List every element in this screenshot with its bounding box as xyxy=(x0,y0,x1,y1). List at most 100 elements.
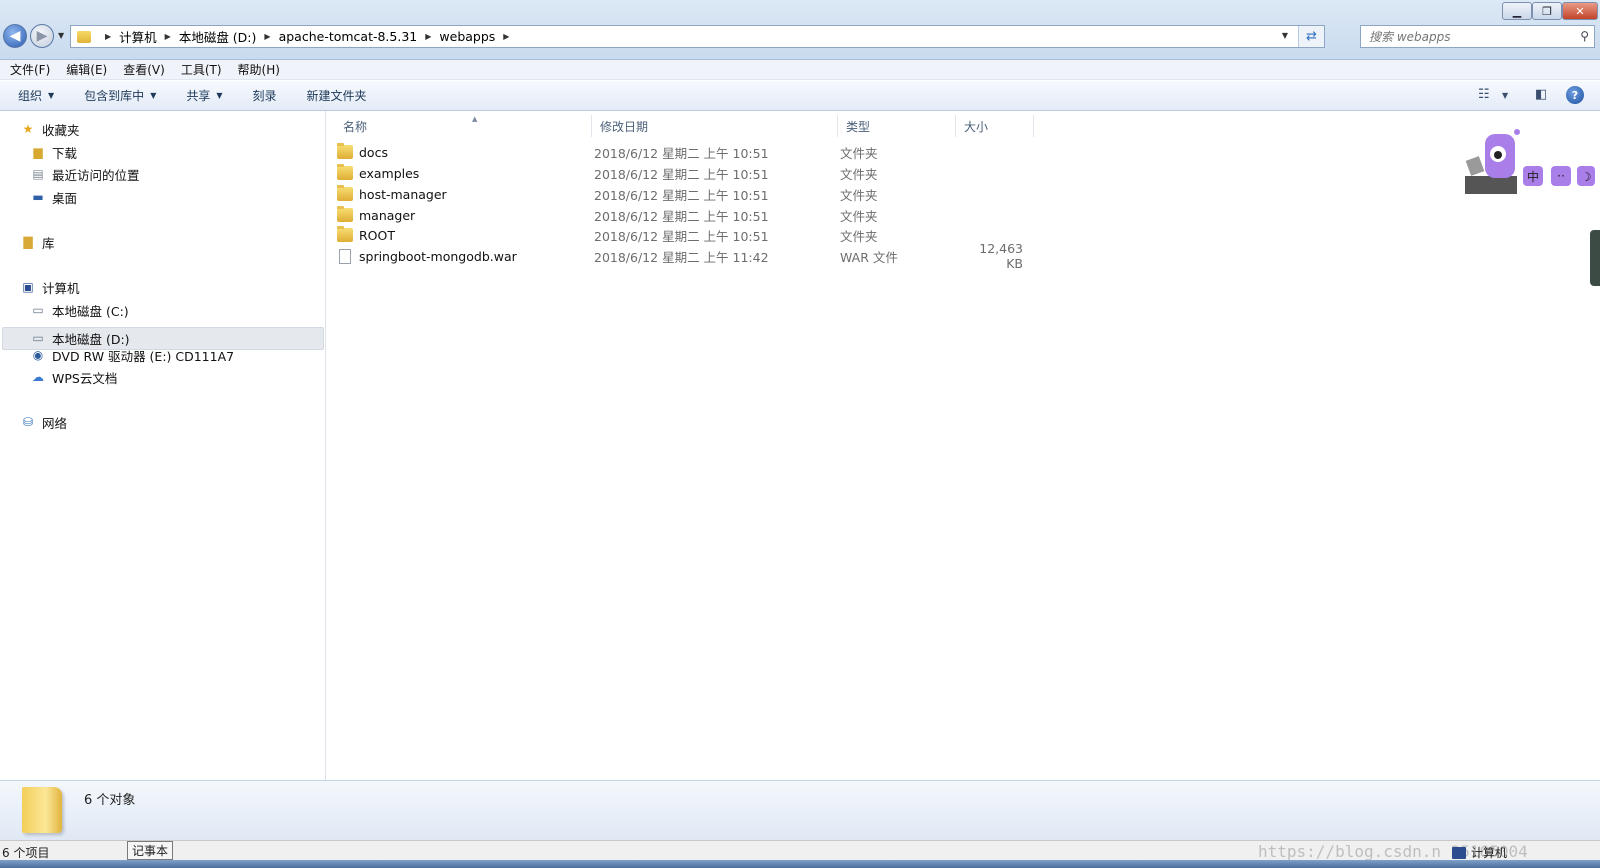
breadcrumb-tomcat[interactable]: apache-tomcat-8.5.31 xyxy=(279,29,418,44)
menu-edit[interactable]: 编辑(E) xyxy=(66,61,107,78)
file-type: 文件夹 xyxy=(840,208,878,224)
breadcrumb-drive-d[interactable]: 本地磁盘 (D:) xyxy=(179,27,257,46)
menu-bar: 文件(F) 编辑(E) 查看(V) 工具(T) 帮助(H) xyxy=(0,60,1600,80)
search-icon[interactable]: ⚲ xyxy=(1580,29,1589,43)
file-name: manager xyxy=(359,207,416,223)
include-library-button[interactable]: 包含到库中 ▼ xyxy=(84,87,156,104)
mascot-arm xyxy=(1465,156,1485,176)
folder-icon xyxy=(77,30,91,43)
nav-downloads[interactable]: ▆ 下载 xyxy=(30,141,77,163)
nav-desktop[interactable]: ▬ 桌面 xyxy=(30,186,77,208)
ime-chinese-label: 中 xyxy=(1527,169,1539,184)
nav-favorites-label: 收藏夹 xyxy=(42,122,80,138)
close-button[interactable]: ✕ xyxy=(1562,2,1598,20)
chevron-down-icon: ▼ xyxy=(150,91,157,100)
file-row[interactable]: docs 2018/6/12 星期二 上午 10:51 文件夹 xyxy=(337,142,1337,162)
new-folder-button[interactable]: 新建文件夹 xyxy=(307,87,367,104)
file-row[interactable]: host-manager 2018/6/12 星期二 上午 10:51 文件夹 xyxy=(337,184,1337,204)
column-header-type[interactable]: 类型 xyxy=(838,115,956,137)
file-name: ROOT xyxy=(359,227,395,243)
preview-pane-icon[interactable]: ◧ xyxy=(1535,87,1547,102)
menu-view[interactable]: 查看(V) xyxy=(123,61,165,78)
file-row[interactable]: springboot-mongodb.war 2018/6/12 星期二 上午 … xyxy=(337,241,1337,271)
column-header-size[interactable]: 大小 xyxy=(956,115,1034,137)
chevron-right-icon[interactable]: ▶ xyxy=(503,32,509,41)
file-size: 12,463 KB xyxy=(979,241,1023,271)
folder-icon xyxy=(337,206,353,222)
file-name: host-manager xyxy=(359,186,447,202)
menu-help[interactable]: 帮助(H) xyxy=(238,61,280,78)
nav-drive-c[interactable]: ▭ 本地磁盘 (C:) xyxy=(30,299,128,321)
refresh-icon: ⇄ xyxy=(1306,29,1317,44)
file-date: 2018/6/12 星期二 上午 10:51 xyxy=(594,145,769,161)
chevron-right-icon[interactable]: ▶ xyxy=(165,32,171,41)
column-type-label: 类型 xyxy=(846,119,871,134)
file-date: 2018/6/12 星期二 上午 10:51 xyxy=(594,187,769,203)
refresh-button[interactable]: ⇄ xyxy=(1298,26,1324,47)
menu-tools[interactable]: 工具(T) xyxy=(181,61,222,78)
chevron-right-icon[interactable]: ▶ xyxy=(264,32,270,41)
details-pane: 6 个对象 xyxy=(0,780,1600,840)
system-drive-icon: ▭ xyxy=(32,303,44,317)
chevron-right-icon[interactable]: ▶ xyxy=(425,32,431,41)
file-row[interactable]: ROOT 2018/6/12 星期二 上午 10:51 文件夹 xyxy=(337,225,1337,245)
folder-icon xyxy=(337,226,353,242)
minimize-button[interactable]: ▁ xyxy=(1502,2,1532,20)
nav-favorites[interactable]: ★ 收藏夹 xyxy=(20,118,80,140)
star-icon: ★ xyxy=(22,122,34,136)
network-icon: ⛁ xyxy=(22,415,34,429)
file-row[interactable]: manager 2018/6/12 星期二 上午 10:51 文件夹 xyxy=(337,205,1337,225)
sort-ascending-icon: ▲ xyxy=(472,115,478,123)
side-panel-handle[interactable] xyxy=(1590,230,1600,286)
share-button[interactable]: 共享 ▼ xyxy=(186,87,222,104)
column-header-name[interactable]: 名称 ▲ xyxy=(335,115,592,137)
forward-button[interactable]: ▶ xyxy=(30,24,54,48)
back-button[interactable]: ◀ xyxy=(3,24,27,48)
file-type: 文件夹 xyxy=(840,187,878,203)
status-computer-label: 计算机 xyxy=(1471,846,1508,860)
nav-desktop-label: 桌面 xyxy=(52,190,78,206)
column-size-label: 大小 xyxy=(964,119,989,134)
notepad-tooltip: 记事本 xyxy=(127,841,174,860)
downloads-folder-icon: ▆ xyxy=(33,145,43,159)
nav-libraries[interactable]: ▇ 库 xyxy=(20,231,55,253)
folder-icon xyxy=(337,143,353,159)
organize-button[interactable]: 组织 ▼ xyxy=(18,87,54,104)
nav-recent[interactable]: ▤ 最近访问的位置 xyxy=(30,163,139,185)
nav-libraries-label: 库 xyxy=(42,235,55,251)
breadcrumb-webapps[interactable]: webapps xyxy=(439,29,495,44)
search-box[interactable]: ⚲ xyxy=(1360,25,1595,48)
menu-file[interactable]: 文件(F) xyxy=(10,61,50,78)
chevron-down-icon: ▼ xyxy=(216,91,223,100)
recent-pages-dropdown[interactable]: ▼ xyxy=(58,31,64,40)
breadcrumb: ▶ 计算机 ▶ 本地磁盘 (D:) ▶ apache-tomcat-8.5.31… xyxy=(97,27,517,46)
nav-dvd[interactable]: ◉ DVD RW 驱动器 (E:) CD111A7 xyxy=(30,344,234,366)
recent-places-icon: ▤ xyxy=(32,167,44,181)
nav-wps[interactable]: ☁ WPS云文档 xyxy=(30,366,117,388)
arrow-right-icon: ▶ xyxy=(36,28,48,44)
nav-computer[interactable]: ▣ 计算机 xyxy=(20,276,79,298)
search-input[interactable] xyxy=(1369,29,1569,44)
breadcrumb-computer[interactable]: 计算机 xyxy=(119,27,157,46)
address-bar[interactable]: ▶ 计算机 ▶ 本地磁盘 (D:) ▶ apache-tomcat-8.5.31… xyxy=(70,25,1325,48)
status-computer: 计算机 xyxy=(1452,844,1507,861)
taskbar xyxy=(0,860,1600,868)
file-date: 2018/6/12 星期二 上午 10:51 xyxy=(594,208,769,224)
nav-wps-label: WPS云文档 xyxy=(52,370,118,386)
nav-network[interactable]: ⛁ 网络 xyxy=(20,411,67,433)
column-header-date[interactable]: 修改日期 xyxy=(592,115,838,137)
burn-button[interactable]: 刻录 xyxy=(253,87,277,104)
view-dropdown-icon[interactable]: ▼ xyxy=(1502,91,1508,100)
arrow-left-icon: ◀ xyxy=(9,28,21,44)
file-row[interactable]: examples 2018/6/12 星期二 上午 10:51 文件夹 xyxy=(337,163,1337,183)
view-options-icon[interactable]: ☷ xyxy=(1478,87,1490,102)
status-bar: 6 个项目 记事本 https://blog.csdn.n 35165004 计… xyxy=(0,840,1600,861)
burn-label: 刻录 xyxy=(252,89,277,103)
help-icon[interactable]: ? xyxy=(1566,86,1584,104)
address-history-dropdown[interactable]: ▼ xyxy=(1282,31,1288,40)
maximize-button[interactable]: ❐ xyxy=(1532,2,1562,20)
command-bar: 组织 ▼ 包含到库中 ▼ 共享 ▼ 刻录 新建文件夹 ☷ ▼ ◧ ? xyxy=(0,81,1600,111)
ime-mascot[interactable]: 中 ·· ☽ xyxy=(1465,128,1595,198)
folder-icon xyxy=(22,787,62,833)
chevron-right-icon[interactable]: ▶ xyxy=(105,32,111,41)
